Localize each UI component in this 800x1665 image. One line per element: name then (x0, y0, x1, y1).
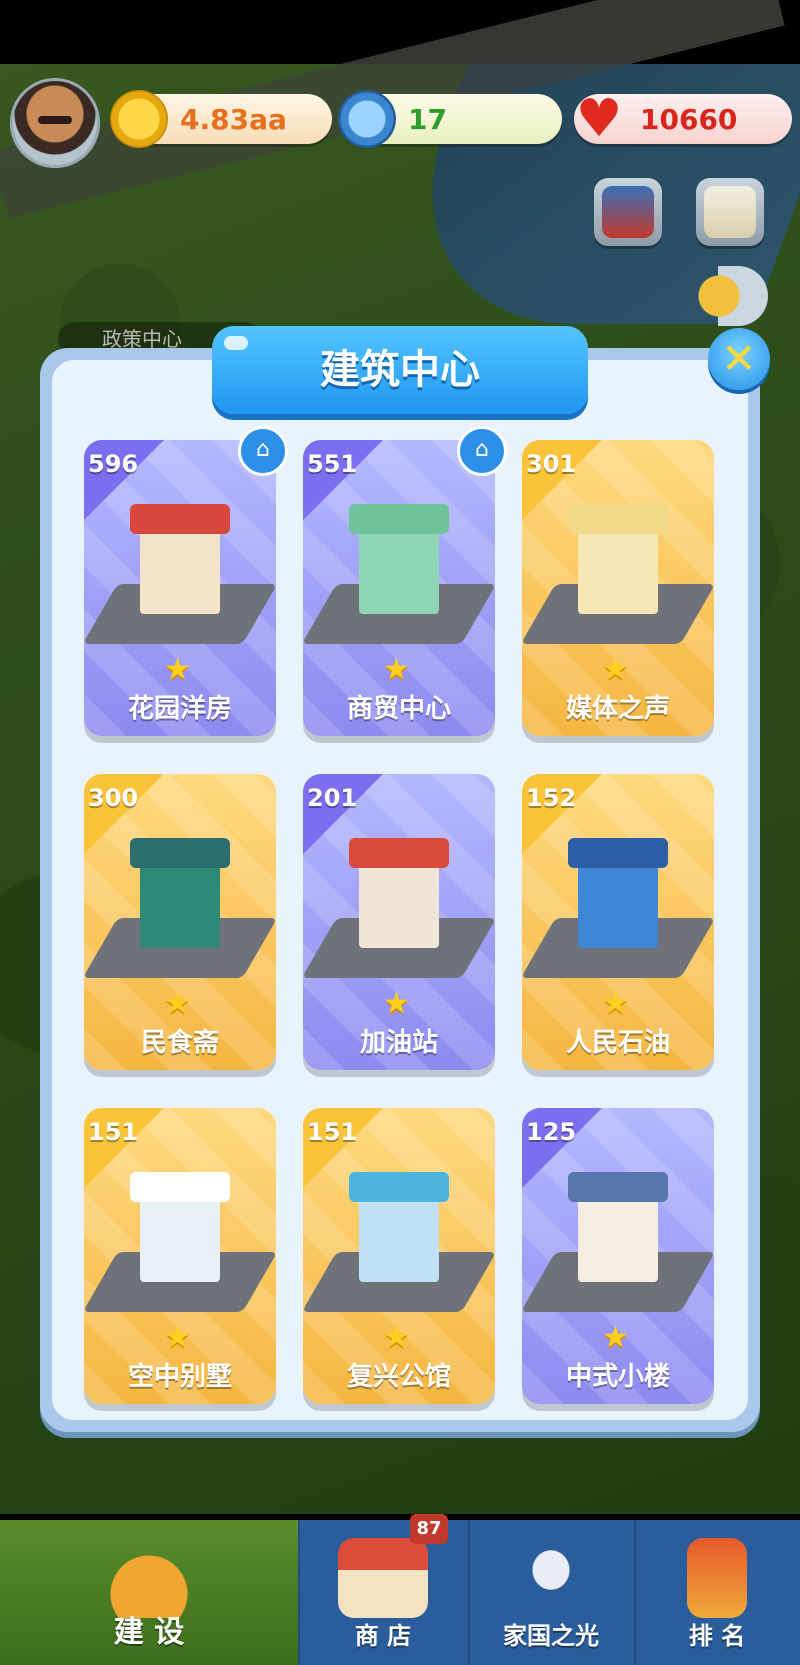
building-card[interactable]: 151 ★ 空中别墅 (84, 1108, 276, 1404)
nav-rank-label: 排 名 (688, 1622, 746, 1650)
building-count: 151 (307, 1118, 358, 1146)
building-illustration (522, 1166, 714, 1316)
building-roof (349, 1172, 449, 1202)
building-illustration (84, 498, 276, 648)
rocket-icon (506, 1538, 596, 1618)
building-body (578, 858, 658, 948)
star-counter[interactable]: 17 (338, 90, 562, 148)
building-card[interactable]: 301 ★ 媒体之声 (522, 440, 714, 736)
heart-value: 10660 (640, 102, 738, 136)
star-icon: ★ (164, 1320, 191, 1355)
star-icon: ★ (602, 652, 629, 687)
building-body (359, 524, 439, 614)
nav-shop-label: 商 店 (354, 1622, 412, 1650)
nav-build[interactable]: 建 设 (0, 1520, 300, 1665)
home-icon[interactable]: ⌂ (457, 426, 507, 476)
home-icon[interactable]: ⌂ (238, 426, 288, 476)
building-count: 151 (88, 1118, 139, 1146)
tasks-button[interactable] (696, 178, 764, 246)
building-illustration (84, 832, 276, 982)
building-card[interactable]: 596 ★ 花园洋房 (84, 440, 276, 736)
building-count: 125 (526, 1118, 577, 1146)
building-roof (130, 1172, 230, 1202)
clipboard-icon (704, 186, 756, 238)
nav-build-label: 建 设 (113, 1615, 185, 1650)
heart-counter[interactable]: ♥ 10660 (574, 90, 792, 148)
building-roof (349, 838, 449, 868)
building-card[interactable]: 300 ★ 民食斋 (84, 774, 276, 1070)
building-card[interactable]: 125 ★ 中式小楼 (522, 1108, 714, 1404)
building-body (140, 524, 220, 614)
building-count: 300 (88, 784, 139, 812)
coin-icon (110, 90, 168, 148)
nav-rank[interactable]: 排 名 (634, 1520, 800, 1665)
building-body (359, 858, 439, 948)
building-roof (130, 838, 230, 868)
building-body (140, 858, 220, 948)
building-illustration (303, 498, 495, 648)
building-count: 301 (526, 450, 577, 478)
shop-badge: 87 (410, 1514, 448, 1544)
building-name: 中式小楼 (565, 1362, 670, 1392)
building-illustration (84, 1166, 276, 1316)
star-icon: ★ (164, 652, 191, 687)
event-icon (602, 186, 654, 238)
building-roof (568, 1172, 668, 1202)
building-body (140, 1192, 220, 1282)
building-name: 人民石油 (565, 1028, 670, 1058)
coin-value: 4.83aa (180, 102, 287, 136)
building-name: 商贸中心 (346, 694, 451, 724)
building-count: 201 (307, 784, 358, 812)
building-body (578, 1192, 658, 1282)
building-name: 复兴公馆 (346, 1362, 451, 1392)
nav-national-glory-label: 家国之光 (503, 1622, 599, 1650)
hardhat-icon (104, 1538, 194, 1618)
building-roof (130, 504, 230, 534)
building-count: 551 (307, 450, 358, 478)
building-roof (349, 504, 449, 534)
star-icon: ★ (383, 652, 410, 687)
building-name: 空中别墅 (127, 1362, 232, 1392)
bottom-nav: 建 设 商 店 家国之光 排 名 (0, 1520, 800, 1665)
building-illustration (522, 832, 714, 982)
building-roof (568, 504, 668, 534)
building-card[interactable]: 551 ★ 商贸中心 (303, 440, 495, 736)
star-icon: ★ (164, 986, 191, 1021)
megaphone-button[interactable] (698, 266, 768, 326)
building-count: 596 (88, 450, 139, 478)
star-icon (338, 90, 396, 148)
building-name: 加油站 (359, 1028, 438, 1058)
building-illustration (522, 498, 714, 648)
building-count: 152 (526, 784, 577, 812)
building-card[interactable]: 152 ★ 人民石油 (522, 774, 714, 1070)
building-body (578, 524, 658, 614)
building-card[interactable]: 201 ★ 加油站 (303, 774, 495, 1070)
star-icon: ★ (602, 986, 629, 1021)
player-avatar[interactable] (10, 78, 100, 168)
close-button[interactable]: ✕ (708, 328, 770, 390)
heart-icon: ♥ (575, 89, 623, 149)
modal-title: 建筑中心 (212, 326, 588, 414)
star-icon: ★ (602, 1320, 629, 1355)
building-illustration (303, 1166, 495, 1316)
star-icon: ★ (383, 1320, 410, 1355)
building-roof (568, 838, 668, 868)
shop-icon (338, 1538, 428, 1618)
building-card[interactable]: 151 ★ 复兴公馆 (303, 1108, 495, 1404)
star-icon: ★ (383, 986, 410, 1021)
building-name: 花园洋房 (127, 694, 232, 724)
nav-national-glory[interactable]: 家国之光 (468, 1520, 636, 1665)
coin-counter[interactable]: 4.83aa (110, 90, 332, 148)
building-illustration (303, 832, 495, 982)
star-value: 17 (408, 102, 447, 136)
event-button[interactable] (594, 178, 662, 246)
podium-icon (687, 1538, 747, 1618)
building-name: 民食斋 (140, 1028, 219, 1058)
building-body (359, 1192, 439, 1282)
building-name: 媒体之声 (565, 694, 670, 724)
